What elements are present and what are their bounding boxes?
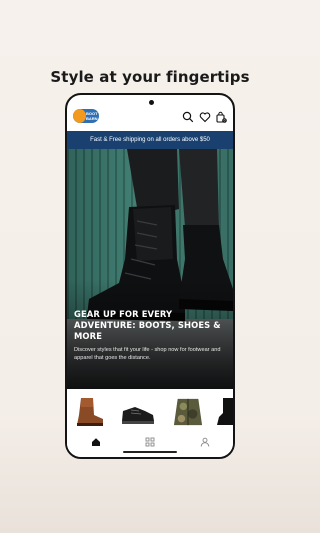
home-indicator xyxy=(123,451,177,453)
hero-title: GEAR UP FOR EVERY ADVENTURE: BOOTS, SHOE… xyxy=(74,309,221,341)
logo-emblem xyxy=(73,109,86,123)
shipping-banner-text: Fast & Free shipping on all orders above… xyxy=(90,137,210,143)
search-icon[interactable] xyxy=(182,111,194,123)
headline: Style at your fingertips xyxy=(50,68,250,86)
app-bar: BOOT BARN 0 xyxy=(67,105,233,131)
brown-western-boot-thumbnail[interactable] xyxy=(73,397,105,427)
logo-text: BOOT BARN xyxy=(86,111,98,121)
heart-icon[interactable] xyxy=(199,111,211,123)
shipping-banner[interactable]: Fast & Free shipping on all orders above… xyxy=(67,131,233,149)
grid-icon[interactable] xyxy=(145,437,155,447)
black-boot-thumbnail[interactable] xyxy=(217,397,233,427)
bottom-nav xyxy=(67,431,233,457)
home-icon[interactable] xyxy=(91,437,101,447)
cart-icon[interactable]: 0 xyxy=(215,111,227,123)
cart-count: 0 xyxy=(224,119,226,123)
brand-logo[interactable]: BOOT BARN xyxy=(73,109,99,123)
user-icon[interactable] xyxy=(200,437,210,447)
black-sneaker-thumbnail[interactable] xyxy=(119,397,157,427)
product-carousel[interactable] xyxy=(67,389,233,431)
hero-banner[interactable]: GEAR UP FOR EVERY ADVENTURE: BOOTS, SHOE… xyxy=(67,149,233,389)
phone-frame: BOOT BARN 0 Fast & Free shipping on all … xyxy=(65,93,235,459)
hero-subtitle: Discover styles that fit your life - sho… xyxy=(74,347,221,361)
camo-jacket-thumbnail[interactable] xyxy=(171,397,205,427)
